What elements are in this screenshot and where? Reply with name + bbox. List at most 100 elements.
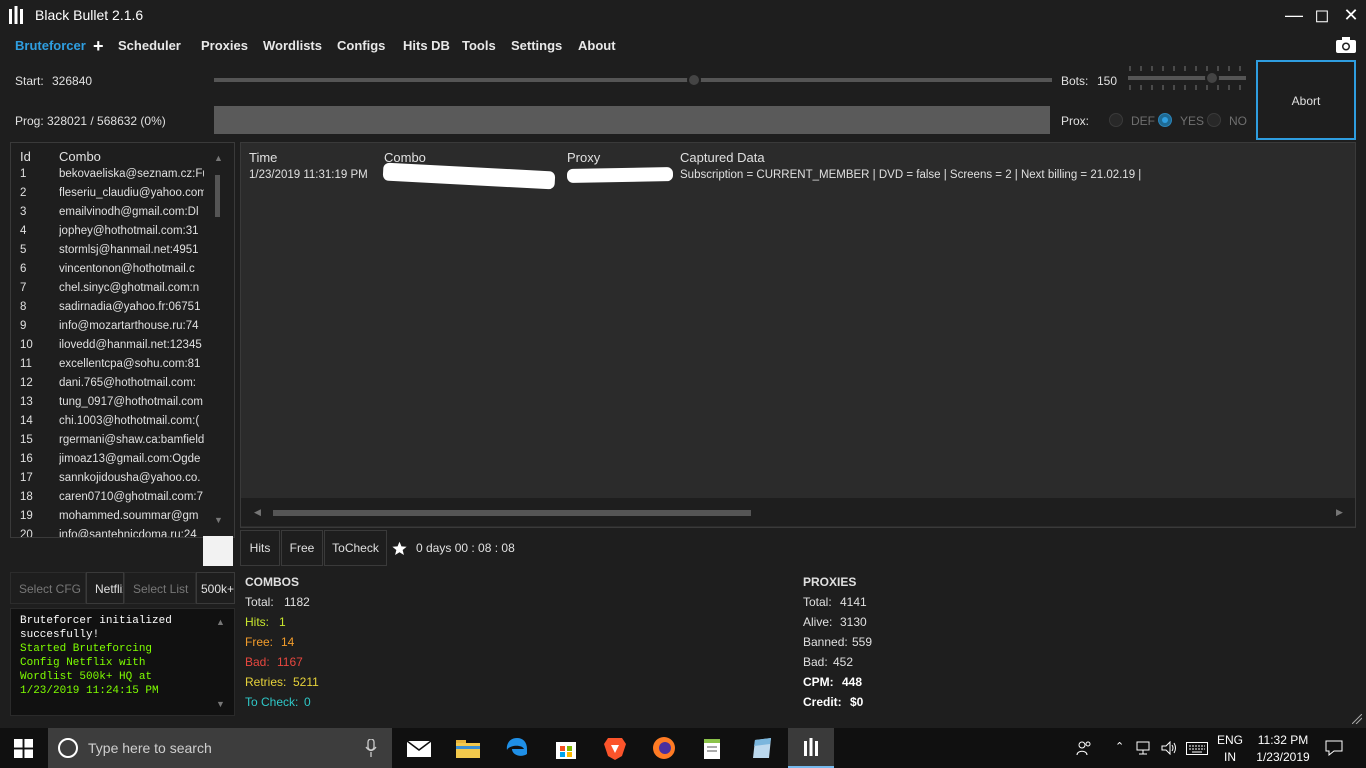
list-item[interactable]: 8 sadirnadia@yahoo.fr:06751 [11, 301, 211, 320]
list-item[interactable]: 11 excellentcpa@sohu.com:81 [11, 358, 211, 377]
list-item[interactable]: 17 sannkojidousha@yahoo.co. [11, 472, 211, 491]
language-indicator[interactable]: ENG [1216, 733, 1244, 747]
resize-grip-icon[interactable] [1352, 714, 1362, 724]
combo-vscroll-thumb[interactable] [215, 175, 220, 217]
region-indicator[interactable]: IN [1216, 750, 1244, 764]
edge-browser-icon[interactable] [504, 736, 530, 760]
minimize-button[interactable]: — [1283, 4, 1305, 26]
list-item[interactable]: 2 fleseriu_claudiu@yahoo.com [11, 187, 211, 206]
scroll-down-arrow-icon[interactable]: ▼ [216, 699, 225, 709]
list-item[interactable]: 5 stormlsj@hanmail.net:4951 [11, 244, 211, 263]
combo-id: 19 [20, 510, 33, 522]
list-item[interactable]: 16 jimoaz13@gmail.com:Ogde [11, 453, 211, 472]
window-title: Black Bullet 2.1.6 [35, 7, 144, 23]
camera-icon[interactable] [1336, 37, 1356, 53]
list-item[interactable]: 4 jophey@hothotmail.com:31 [11, 225, 211, 244]
scroll-left-arrow-icon[interactable]: ◀ [254, 507, 261, 518]
scroll-up-arrow-icon[interactable]: ▲ [214, 153, 223, 163]
scroll-down-arrow-icon[interactable]: ▼ [214, 515, 223, 525]
maximize-button[interactable]: ◻ [1311, 4, 1333, 26]
list-item[interactable]: 10 ilovedd@hanmail.net:12345 [11, 339, 211, 358]
chevron-up-icon[interactable]: ⌃ [1115, 740, 1124, 753]
list-item[interactable]: 18 caren0710@ghotmail.com:7 [11, 491, 211, 510]
tab-hits[interactable]: Hits [240, 530, 280, 566]
list-item[interactable]: 6 vincentonon@hothotmail.c [11, 263, 211, 282]
tab-tocheck[interactable]: ToCheck [324, 530, 387, 566]
prox-radio-def[interactable] [1109, 113, 1123, 127]
select-cfg-button[interactable]: Select CFG [10, 572, 86, 604]
bots-slider[interactable] [1128, 66, 1246, 90]
app-logo-icon [9, 6, 23, 24]
microphone-icon[interactable] [365, 739, 377, 757]
menu-proxies[interactable]: Proxies [201, 38, 248, 53]
proxies-banned-label: Banned: [803, 635, 848, 649]
notes-app-icon[interactable] [749, 736, 775, 760]
file-explorer-icon[interactable] [455, 736, 481, 760]
plus-icon[interactable]: + [93, 36, 104, 57]
menu-wordlists[interactable]: Wordlists [263, 38, 322, 53]
scroll-right-arrow-icon[interactable]: ▶ [1336, 507, 1343, 518]
list-item[interactable]: 13 tung_0917@hothotmail.com [11, 396, 211, 415]
hits-horizontal-scrollbar[interactable]: ◀ ▶ [241, 498, 1355, 526]
table-row[interactable]: 1/23/2019 11:31:19 PM Subscription = CUR… [241, 162, 1341, 190]
log-line: Started Bruteforcing [20, 643, 153, 655]
firefox-icon[interactable] [651, 736, 677, 760]
col-time-header[interactable]: Time [249, 150, 277, 165]
notepad-plus-icon[interactable] [700, 736, 726, 760]
scroll-up-arrow-icon[interactable]: ▲ [216, 617, 225, 627]
menu-about[interactable]: About [578, 38, 616, 53]
keyboard-icon[interactable] [1186, 742, 1208, 755]
combo-id: 20 [20, 529, 33, 538]
combo-list[interactable]: Id Combo 1 bekovaeliska@seznam.cz:Fu 2 fles… [10, 142, 235, 538]
list-item[interactable]: 9 info@mozartarthouse.ru:74 [11, 320, 211, 339]
start-slider-track[interactable] [214, 78, 1052, 82]
clock-date[interactable]: 1/23/2019 [1250, 750, 1316, 764]
combo-value: info@mozartarthouse.ru:74 [59, 320, 199, 332]
store-icon[interactable] [553, 736, 579, 760]
list-item[interactable]: 19 mohammed.soummar@gm [11, 510, 211, 529]
log-panel[interactable]: Bruteforcer initialized succesfully! Start… [10, 608, 235, 716]
menu-configs[interactable]: Configs [337, 38, 385, 53]
hits-grid[interactable]: Time Combo Proxy Captured Data 1/23/2019… [240, 142, 1356, 528]
notifications-icon[interactable] [1325, 740, 1343, 756]
col-id-header[interactable]: Id [20, 149, 31, 164]
search-placeholder[interactable]: Type here to search [88, 740, 212, 756]
combo-value: ilovedd@hanmail.net:12345 [59, 339, 202, 351]
tab-free[interactable]: Free [281, 530, 323, 566]
volume-icon[interactable] [1161, 741, 1179, 755]
menu-bruteforcer[interactable]: Bruteforcer [15, 38, 86, 53]
black-bullet-taskbar-button[interactable] [788, 728, 834, 768]
clock-time[interactable]: 11:32 PM [1250, 733, 1316, 747]
list-item[interactable]: 15 rgermani@shaw.ca:bamfield [11, 434, 211, 453]
people-icon[interactable] [1076, 740, 1092, 756]
prox-radio-yes[interactable] [1158, 113, 1172, 127]
list-item[interactable]: 14 chi.1003@hothotmail.com:( [11, 415, 211, 434]
menu-hits-db[interactable]: Hits DB [403, 38, 450, 53]
col-proxy-header[interactable]: Proxy [567, 150, 600, 165]
hits-hscroll-thumb[interactable] [273, 510, 751, 516]
combos-tocheck-label: To Check: [245, 695, 299, 709]
network-icon[interactable] [1136, 741, 1154, 755]
brave-browser-icon[interactable] [602, 736, 628, 760]
bots-label: Bots: [1061, 74, 1089, 88]
close-button[interactable]: ✕ [1340, 4, 1362, 26]
select-list-button[interactable]: Select List [124, 572, 196, 604]
prox-radio-no[interactable] [1207, 113, 1221, 127]
list-item[interactable]: 3 emailvinodh@gmail.com:Dl [11, 206, 211, 225]
windows-start-icon[interactable] [14, 739, 33, 758]
combos-total-value: 1182 [284, 595, 310, 609]
menu-scheduler[interactable]: Scheduler [118, 38, 181, 53]
list-item[interactable]: 7 chel.sinyc@ghotmail.com:n [11, 282, 211, 301]
start-slider-thumb[interactable] [687, 73, 701, 87]
menu-settings[interactable]: Settings [511, 38, 562, 53]
col-combo-header[interactable]: Combo [59, 149, 101, 164]
list-item[interactable]: 20 info@santehnicdoma.ru:24 [11, 529, 211, 538]
prox-label: Prox: [1061, 114, 1090, 128]
mail-icon[interactable] [406, 736, 432, 760]
menu-tools[interactable]: Tools [462, 38, 496, 53]
list-item[interactable]: 1 bekovaeliska@seznam.cz:Fu [11, 168, 211, 187]
abort-button[interactable]: Abort [1256, 60, 1356, 140]
col-captured-header[interactable]: Captured Data [680, 150, 765, 165]
list-item[interactable]: 12 dani.765@hothotmail.com: [11, 377, 211, 396]
proxies-alive-value: 3130 [840, 615, 867, 629]
